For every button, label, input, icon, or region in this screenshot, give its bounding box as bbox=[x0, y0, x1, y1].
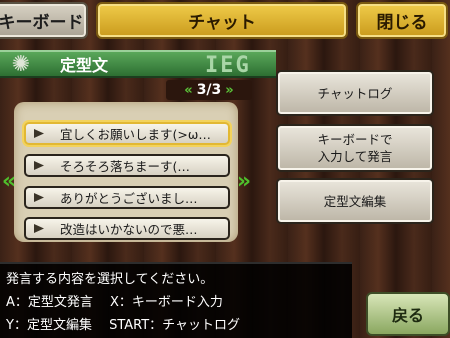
keyboard-input-label-1: キーボードで bbox=[317, 132, 393, 147]
keyboard-input-label-2: 入力して発言 bbox=[317, 149, 393, 164]
instruction-line-3: Y：定型文編集 START：チャットログ bbox=[6, 318, 241, 333]
bullet-icon bbox=[34, 193, 44, 202]
tab-keyboard[interactable]: キーボード bbox=[0, 2, 88, 39]
prev-page-arrow-icon[interactable]: « bbox=[0, 169, 18, 194]
guild-emblem-icon: ✺ bbox=[11, 51, 31, 77]
tab-chat[interactable]: チャット bbox=[96, 2, 348, 39]
bullet-icon bbox=[34, 224, 44, 233]
edit-phrases-button[interactable]: 定型文編集 bbox=[276, 178, 434, 224]
instruction-line-2: A：定型文発言 X：キーボード入力 bbox=[6, 295, 223, 310]
phrase-label: ありがとうございまし… bbox=[60, 191, 198, 206]
close-button[interactable]: 閉じる bbox=[356, 2, 448, 39]
phrase-item-4[interactable]: 改造はいかないので悪… bbox=[24, 217, 230, 240]
page-indicator: « 3/3 » bbox=[166, 80, 252, 100]
instruction-box: 発言する内容を選択してください。 A：定型文発言 X：キーボード入力 Y：定型文… bbox=[0, 262, 352, 338]
page-number: 3/3 bbox=[196, 82, 222, 98]
header-decoration: IEG bbox=[205, 52, 251, 78]
phrase-item-2[interactable]: そろそろ落ちまーす(… bbox=[24, 154, 230, 177]
phrase-label: 改造はいかないので悪… bbox=[60, 222, 198, 237]
cursor-icon bbox=[34, 129, 44, 138]
instruction-line-1: 発言する内容を選択してください。 bbox=[6, 272, 214, 287]
page-title: 定型文 bbox=[60, 56, 109, 75]
back-button[interactable]: 戻る bbox=[366, 292, 450, 336]
page-left-arrow-icon: « bbox=[184, 82, 193, 98]
next-page-arrow-icon[interactable]: » bbox=[232, 169, 256, 194]
phrase-label: 宜しくお願いします(>ω… bbox=[60, 127, 211, 142]
page-right-arrow-icon: » bbox=[225, 82, 234, 98]
phrase-item-1[interactable]: 宜しくお願いします(>ω… bbox=[24, 122, 230, 145]
keyboard-input-button[interactable]: キーボードで 入力して発言 bbox=[276, 124, 434, 172]
phrase-label: そろそろ落ちまーす(… bbox=[60, 159, 190, 174]
bullet-icon bbox=[34, 161, 44, 170]
phrase-item-3[interactable]: ありがとうございまし… bbox=[24, 186, 230, 209]
chat-log-button[interactable]: チャットログ bbox=[276, 70, 434, 116]
